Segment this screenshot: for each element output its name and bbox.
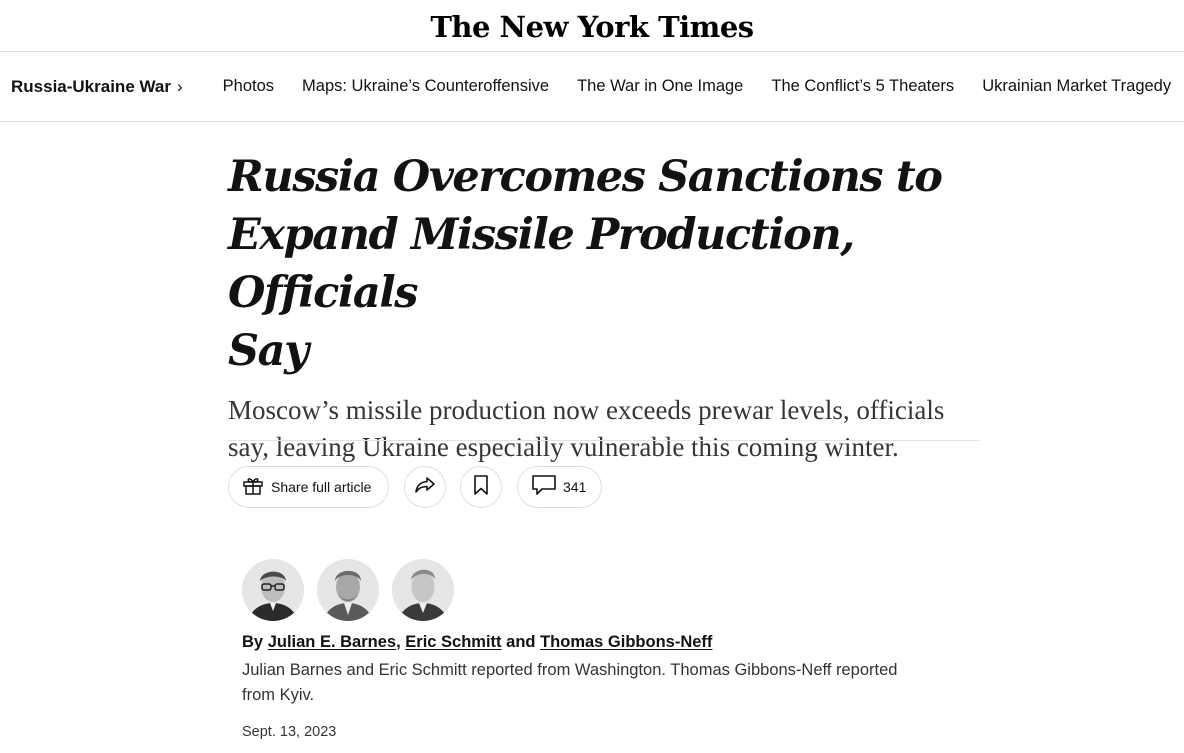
- article-header: Russia Overcomes Sanctions to Expand Mis…: [228, 148, 980, 466]
- gift-icon: [241, 473, 265, 502]
- share-full-article-button[interactable]: Share full article: [228, 466, 389, 508]
- summary-line-2: say, leaving Ukraine especially vulnerab…: [228, 432, 899, 462]
- reporting-note-line-1: Julian Barnes and Eric Schmitt reported …: [242, 661, 898, 679]
- bookmark-icon: [472, 474, 490, 501]
- nav-link-war-one-image[interactable]: The War in One Image: [577, 77, 743, 96]
- article-actions: Share full article 341: [228, 466, 602, 508]
- avatar-thomas-gibbons-neff[interactable]: [392, 559, 454, 621]
- avatar-julian-barnes[interactable]: [242, 559, 304, 621]
- nav-link-maps[interactable]: Maps: Ukraine’s Counteroffensive: [302, 77, 549, 96]
- share-button[interactable]: [404, 466, 446, 508]
- chevron-right-icon: ›: [176, 76, 183, 96]
- author-link-eric-schmitt[interactable]: Eric Schmitt: [405, 633, 501, 651]
- avatar-eric-schmitt[interactable]: [317, 559, 379, 621]
- comments-button[interactable]: 341: [517, 466, 602, 508]
- headline-line-3: Say: [228, 326, 309, 376]
- section-nav: Russia-Ukraine War › Photos Maps: Ukrain…: [0, 52, 1184, 122]
- byline-conjunction: and: [506, 633, 536, 651]
- byline-separator: ,: [396, 633, 401, 651]
- headline-line-2: Expand Missile Production, Officials: [228, 210, 855, 318]
- reporting-note-line-2: from Kyiv.: [242, 686, 315, 704]
- share-full-article-label: Share full article: [271, 479, 372, 495]
- comment-count: 341: [563, 479, 587, 495]
- summary: Moscow’s missile production now exceeds …: [228, 392, 980, 466]
- comment-icon: [531, 473, 557, 502]
- publish-date: Sept. 13, 2023: [242, 724, 337, 740]
- share-arrow-icon: [413, 474, 437, 501]
- author-link-thomas-gibbons-neff[interactable]: Thomas Gibbons-Neff: [540, 633, 712, 651]
- save-bookmark-button[interactable]: [460, 466, 502, 508]
- nav-link-five-theaters[interactable]: The Conflict’s 5 Theaters: [771, 77, 954, 96]
- byline-prefix: By: [242, 633, 264, 651]
- nav-section-label: Russia-Ukraine War: [11, 76, 171, 96]
- author-avatars: [242, 559, 467, 621]
- divider-rule: [228, 440, 979, 441]
- reporting-note: Julian Barnes and Eric Schmitt reported …: [242, 658, 982, 708]
- nav-section-link[interactable]: Russia-Ukraine War ›: [11, 77, 183, 97]
- masthead: The New York Times: [0, 0, 1184, 52]
- summary-line-1: Moscow’s missile production now exceeds …: [228, 395, 945, 425]
- byline: By Julian E. Barnes, Eric Schmitt and Th…: [242, 633, 712, 652]
- headline: Russia Overcomes Sanctions to Expand Mis…: [228, 148, 980, 380]
- headline-line-1: Russia Overcomes Sanctions to: [228, 152, 943, 202]
- nav-link-market-tragedy[interactable]: Ukrainian Market Tragedy: [982, 77, 1171, 96]
- nav-link-photos[interactable]: Photos: [223, 77, 274, 96]
- author-link-julian-barnes[interactable]: Julian E. Barnes: [268, 633, 396, 651]
- nyt-logo[interactable]: The New York Times: [430, 8, 754, 44]
